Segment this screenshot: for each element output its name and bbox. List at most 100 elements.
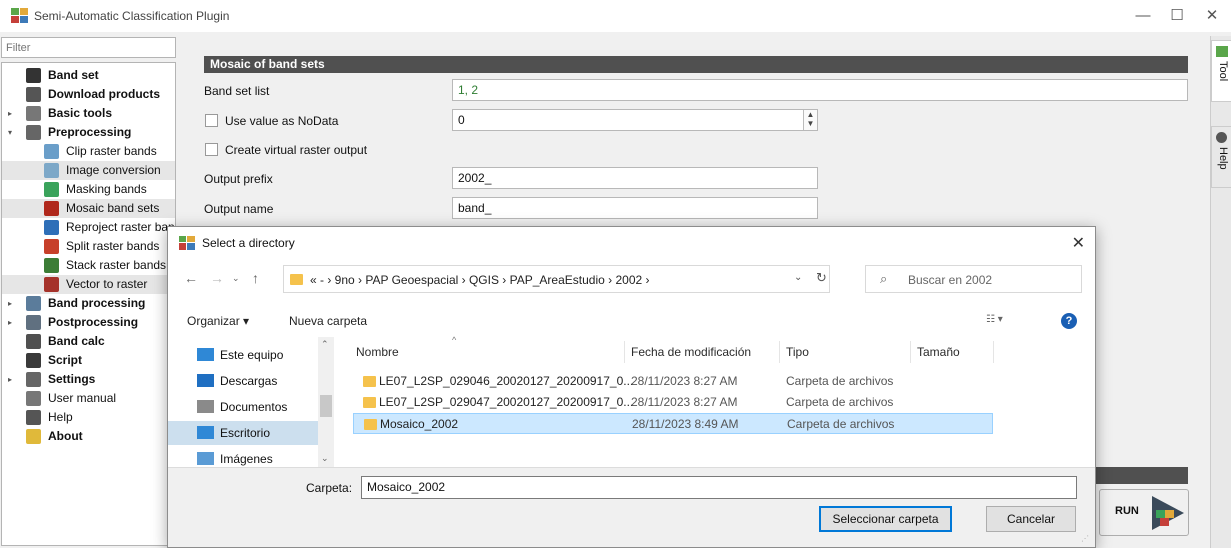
band-set-list-label: Band set list <box>204 84 270 98</box>
dialog-close-icon[interactable]: ✕ <box>1072 233 1085 253</box>
tool-icon <box>44 163 59 178</box>
sidebar-item[interactable]: Stack raster bands <box>2 256 175 275</box>
scroll-down-icon[interactable]: ⌄ <box>321 453 329 464</box>
expand-arrow-icon[interactable]: ▸ <box>5 313 15 332</box>
cancel-button[interactable]: Cancelar <box>986 506 1076 532</box>
recent-dropdown-icon[interactable]: ⌄ <box>232 273 240 284</box>
file-row[interactable]: LE07_L2SP_029046_20020127_20200917_0... 2… <box>353 371 993 392</box>
nav-scrollbar[interactable]: ⌃ ⌄ <box>318 337 334 467</box>
column-type[interactable]: Tipo <box>786 345 809 359</box>
tab-help[interactable]: Help <box>1211 126 1231 188</box>
run-arrow-icon <box>1152 496 1184 530</box>
folder-icon <box>290 274 303 285</box>
up-arrow-icon[interactable]: ↑ <box>252 270 259 286</box>
nodata-checkbox[interactable] <box>205 114 218 127</box>
nav-item[interactable]: Escritorio <box>168 421 318 445</box>
nodata-value: 0 <box>458 113 465 127</box>
output-prefix-input[interactable]: 2002_ <box>452 167 818 189</box>
column-size[interactable]: Tamaño <box>917 345 960 359</box>
address-dropdown-icon[interactable]: ⌄ <box>794 272 802 283</box>
tab-help-label: Help <box>1217 147 1229 170</box>
sidebar-item[interactable]: ▸ Settings <box>2 370 175 389</box>
nav-item[interactable]: Este equipo <box>168 343 318 367</box>
spin-arrows-icon[interactable]: ▲ ▼ <box>803 110 817 130</box>
refresh-icon[interactable]: ↻ <box>816 270 827 286</box>
maximize-icon[interactable]: ☐ <box>1167 6 1187 26</box>
sidebar-item[interactable]: Reproject raster bands <box>2 218 175 237</box>
dialog-title-bar: Select a directory ✕ <box>168 227 1095 259</box>
breadcrumb[interactable]: « - › 9no › PAP Geoespacial › QGIS › PAP… <box>310 273 650 287</box>
folder-icon <box>363 376 376 387</box>
folder-input[interactable]: Mosaico_2002 <box>361 476 1077 499</box>
close-icon[interactable]: ✕ <box>1202 6 1222 26</box>
sidebar-item[interactable]: ▾ Preprocessing <box>2 123 175 142</box>
tool-icon <box>44 239 59 254</box>
view-options-icon[interactable]: ☷ ▾ <box>986 314 1003 325</box>
file-row[interactable]: Mosaico_2002 28/11/2023 8:49 AM Carpeta de… <box>353 413 993 434</box>
resize-grip-icon[interactable]: ⋰ <box>1081 534 1089 543</box>
folder-label: Carpeta: <box>306 481 353 495</box>
sidebar-item[interactable]: Download products <box>2 85 175 104</box>
back-arrow-icon[interactable]: ← <box>184 270 198 286</box>
file-row[interactable]: LE07_L2SP_029047_20020127_20200917_0... 2… <box>353 392 993 413</box>
run-section-header <box>1090 467 1188 484</box>
nav-item[interactable]: Documentos <box>168 395 318 419</box>
help-icon[interactable]: ? <box>1061 313 1077 329</box>
location-icon <box>197 400 214 413</box>
filter-input[interactable] <box>1 37 176 58</box>
select-folder-button[interactable]: Seleccionar carpeta <box>819 506 952 532</box>
folder-icon <box>363 397 376 408</box>
title-bar: Semi-Automatic Classification Plugin — ☐… <box>0 0 1231 32</box>
sidebar-item-label: Image conversion <box>66 163 161 177</box>
sidebar-item[interactable]: ▸ Basic tools <box>2 104 175 123</box>
address-bar[interactable]: « - › 9no › PAP Geoespacial › QGIS › PAP… <box>283 265 830 293</box>
search-box[interactable]: ⌕ Buscar en 2002 <box>865 265 1082 293</box>
file-name: Mosaico_2002 <box>380 417 459 431</box>
expand-arrow-icon[interactable]: ▸ <box>5 294 15 313</box>
dialog-logo-icon <box>179 236 195 250</box>
scroll-up-icon[interactable]: ⌃ <box>321 339 329 350</box>
sidebar-item[interactable]: Vector to raster <box>2 275 175 294</box>
nodata-spinbox[interactable]: 0 ▲ ▼ <box>452 109 818 131</box>
column-name[interactable]: Nombre <box>356 345 399 359</box>
sidebar-item[interactable]: Clip raster bands <box>2 142 175 161</box>
collapse-arrow-icon[interactable]: ▾ <box>5 123 15 142</box>
sidebar-item[interactable]: Split raster bands <box>2 237 175 256</box>
sidebar-item[interactable]: About <box>2 427 175 446</box>
column-date[interactable]: Fecha de modificación <box>631 345 751 359</box>
column-divider <box>624 341 625 363</box>
sidebar-item[interactable]: ▸ Postprocessing <box>2 313 175 332</box>
tab-tool[interactable]: Tool <box>1211 40 1231 102</box>
expand-arrow-icon[interactable]: ▸ <box>5 104 15 123</box>
forward-arrow-icon[interactable]: → <box>210 270 224 286</box>
sidebar-item[interactable]: Band set <box>2 66 175 85</box>
file-name: LE07_L2SP_029046_20020127_20200917_0... <box>379 374 634 388</box>
run-button[interactable]: RUN <box>1099 489 1189 536</box>
tool-icon <box>26 106 41 121</box>
minimize-icon[interactable]: — <box>1133 6 1153 26</box>
sidebar-item[interactable]: Help <box>2 408 175 427</box>
sidebar-item[interactable]: ▸ Band processing <box>2 294 175 313</box>
tool-icon <box>26 353 41 368</box>
virtual-raster-checkbox[interactable] <box>205 143 218 156</box>
sidebar-item[interactable]: User manual <box>2 389 175 408</box>
band-set-list-input[interactable]: 1, 2 <box>452 79 1188 101</box>
nav-item[interactable]: Descargas <box>168 369 318 393</box>
file-date: 28/11/2023 8:27 AM <box>631 374 738 388</box>
sidebar-item[interactable]: Band calc <box>2 332 175 351</box>
sidebar-item[interactable]: Image conversion <box>2 161 175 180</box>
organize-button[interactable]: Organizar ▾ <box>187 314 249 328</box>
sidebar-item[interactable]: Masking bands <box>2 180 175 199</box>
output-name-input[interactable]: band_ <box>452 197 818 219</box>
location-icon <box>197 426 214 439</box>
plugin-window: Semi-Automatic Classification Plugin — ☐… <box>0 0 1231 548</box>
scroll-thumb[interactable] <box>320 395 332 417</box>
tool-icon <box>26 410 41 425</box>
sidebar-item[interactable]: Script <box>2 351 175 370</box>
sidebar-item[interactable]: Mosaic band sets <box>2 199 175 218</box>
expand-arrow-icon[interactable]: ▸ <box>5 370 15 389</box>
location-icon <box>197 348 214 361</box>
tool-icon <box>26 87 41 102</box>
tool-icon <box>44 201 59 216</box>
new-folder-button[interactable]: Nueva carpeta <box>289 314 367 328</box>
